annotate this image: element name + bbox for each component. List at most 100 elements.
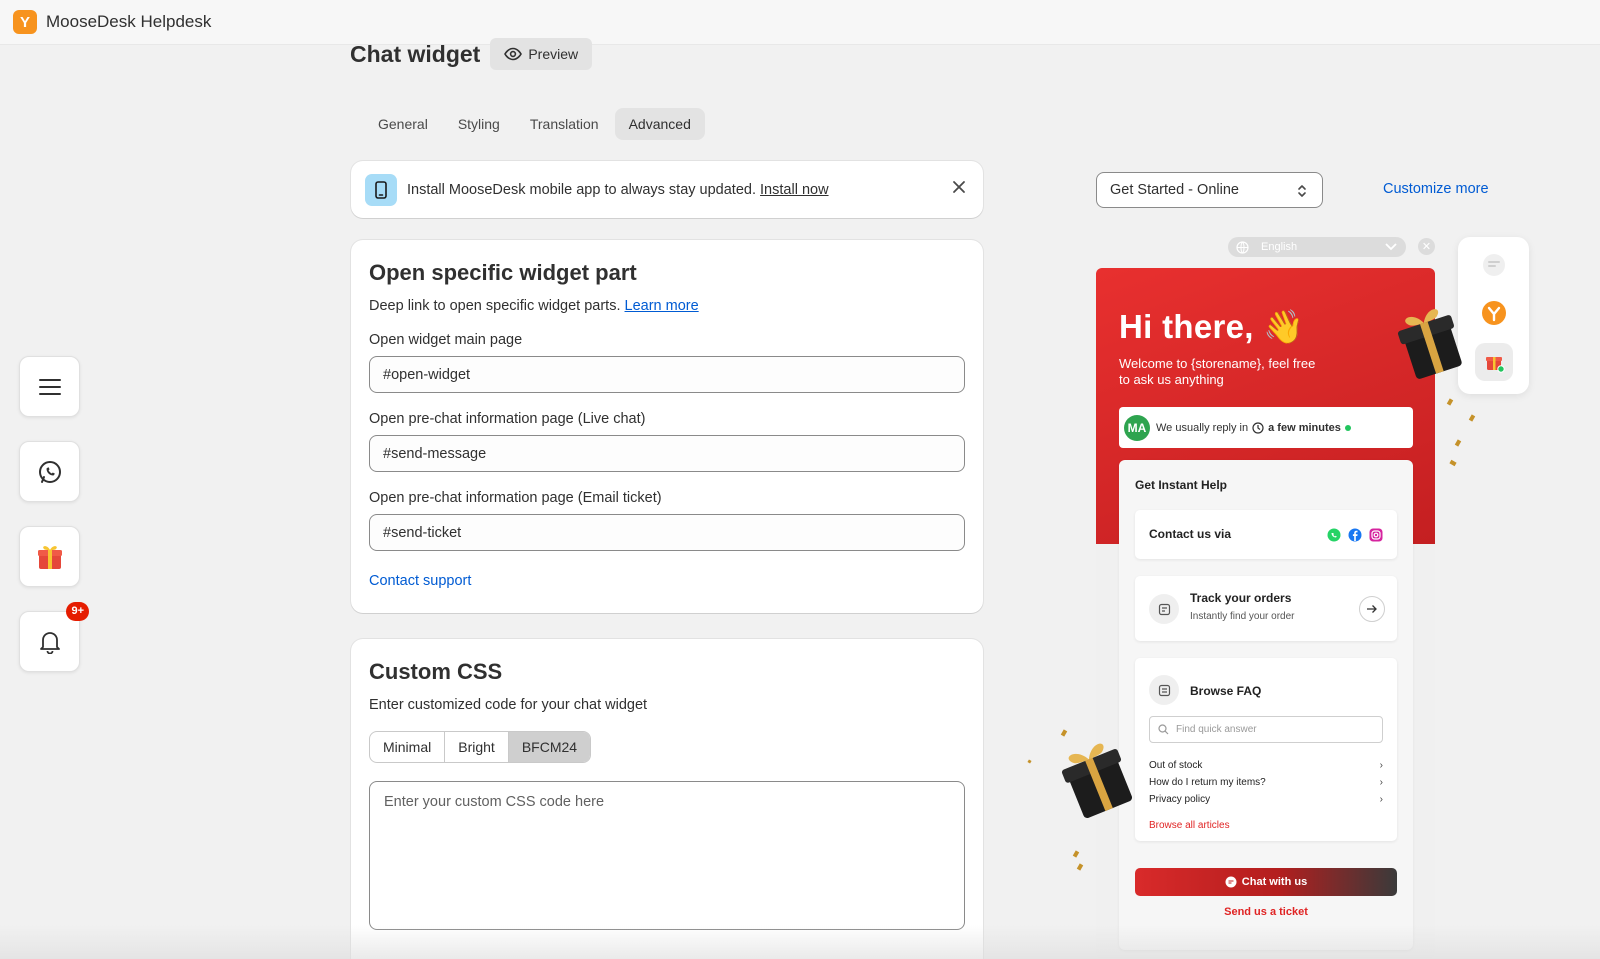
tab-translation[interactable]: Translation (516, 108, 613, 140)
instagram-icon[interactable] (1369, 528, 1383, 542)
gift-decoration-icon (1397, 309, 1462, 379)
close-icon[interactable] (951, 179, 967, 195)
faq-item-label: How do I return my items? (1149, 777, 1266, 788)
widget-launcher (1458, 237, 1529, 394)
preset-minimal[interactable]: Minimal (370, 732, 446, 762)
description-text: Deep link to open specific widget parts. (369, 298, 621, 314)
chevron-down-icon (1385, 243, 1397, 251)
faq-item-label: Privacy policy (1149, 794, 1211, 805)
preview-label: Preview (528, 46, 579, 62)
field-label-live-chat: Open pre-chat information page (Live cha… (369, 411, 646, 427)
globe-icon (1236, 240, 1249, 254)
contact-card[interactable]: Contact us via (1135, 510, 1397, 559)
chat-bubble-icon (1225, 876, 1237, 888)
app-title: MooseDesk Helpdesk (46, 12, 212, 31)
install-now-link[interactable]: Install now (760, 182, 829, 198)
widget-part-title: Open specific widget part (369, 260, 637, 285)
faq-icon (1149, 675, 1179, 705)
faq-title: Browse FAQ (1190, 684, 1262, 698)
language-value: English (1261, 241, 1298, 253)
help-title: Get Instant Help (1135, 478, 1228, 492)
moosedesk-launcher-icon[interactable] (1475, 294, 1513, 332)
send-ticket-link[interactable]: Send us a ticket (1119, 906, 1413, 918)
css-preset-selector: Minimal Bright BFCM24 (369, 731, 592, 763)
reply-prefix: We usually reply in (1156, 421, 1249, 434)
reply-time: a few minutes (1268, 421, 1341, 434)
gift-icon (37, 545, 62, 569)
whatsapp-icon (38, 460, 61, 483)
widget-state-value: Get Started - Online (1110, 182, 1239, 198)
page-title: Chat widget (350, 40, 481, 67)
field-label-email-ticket: Open pre-chat information page (Email ti… (369, 490, 662, 506)
faq-search-placeholder: Find quick answer (1176, 724, 1257, 735)
confetti (1446, 398, 1454, 406)
faq-card: Browse FAQ Find quick answer Out of stoc… (1135, 658, 1397, 841)
widget-greeting: Hi there, 👋 (1119, 308, 1305, 345)
confetti (1454, 439, 1462, 447)
track-orders-icon (1149, 594, 1179, 624)
customize-more-link[interactable]: Customize more (1383, 181, 1489, 197)
preset-bright[interactable]: Bright (445, 732, 509, 762)
top-bar: Y MooseDesk Helpdesk (0, 0, 1600, 45)
whatsapp-button[interactable] (19, 441, 80, 502)
track-orders-card[interactable]: Track your orders Instantly find your or… (1135, 576, 1397, 641)
widget-part-card: Open specific widget part Deep link to o… (351, 240, 983, 613)
gift-button[interactable] (19, 526, 80, 587)
notification-badge: 9+ (66, 602, 89, 621)
contact-support-link[interactable]: Contact support (369, 573, 965, 589)
help-panel: Get Instant Help Contact us via Track yo… (1119, 460, 1413, 950)
faq-item[interactable]: Privacy policy › (1149, 794, 1383, 805)
chat-with-us-button[interactable]: Chat with us (1135, 868, 1397, 896)
online-indicator (1344, 424, 1351, 431)
chevron-right-icon: › (1379, 777, 1383, 788)
confetti (1449, 459, 1457, 467)
faq-item-label: Out of stock (1149, 760, 1203, 771)
banner-message: Install MooseDesk mobile app to always s… (407, 181, 756, 198)
moosedesk-logo-icon: Y (13, 10, 37, 34)
menu-button[interactable] (19, 356, 80, 417)
chevron-right-icon: › (1379, 760, 1383, 771)
mobile-phone-icon (365, 173, 397, 206)
agent-avatar: MA (1124, 414, 1150, 441)
launcher-placeholder-icon[interactable] (1475, 246, 1513, 284)
faq-search-input[interactable]: Find quick answer (1149, 716, 1383, 743)
preview-button[interactable]: Preview (490, 38, 593, 70)
gift-decoration-icon (1061, 743, 1133, 818)
tab-styling[interactable]: Styling (444, 108, 514, 140)
custom-css-title: Custom CSS (369, 659, 503, 684)
custom-css-card: Custom CSS Enter customized code for you… (351, 639, 983, 959)
confetti (1027, 759, 1032, 764)
confetti (1468, 414, 1476, 422)
open-widget-field[interactable]: #open-widget (369, 356, 965, 393)
select-chevron-icon (1298, 185, 1306, 197)
learn-more-link[interactable]: Learn more (625, 298, 699, 314)
browse-all-articles-link[interactable]: Browse all articles (1149, 820, 1230, 831)
install-app-banner: Install MooseDesk mobile app to always s… (351, 161, 983, 218)
language-selector[interactable]: English (1228, 237, 1406, 257)
close-widget-icon[interactable]: ✕ (1418, 238, 1435, 255)
faq-item[interactable]: Out of stock › (1149, 760, 1383, 771)
tab-general[interactable]: General (364, 108, 442, 140)
notifications-button[interactable]: 9+ (19, 602, 89, 672)
confetti (1072, 850, 1080, 858)
send-message-field[interactable]: #send-message (369, 435, 965, 472)
track-orders-subtitle: Instantly find your order (1190, 611, 1295, 622)
banner-text: Install MooseDesk mobile app to always s… (407, 182, 829, 198)
custom-css-textarea[interactable]: Enter your custom CSS code here (369, 781, 965, 930)
tab-advanced[interactable]: Advanced (614, 108, 705, 140)
chevron-right-icon: › (1379, 794, 1383, 805)
widget-state-select[interactable]: Get Started - Online (1096, 172, 1323, 208)
facebook-icon[interactable] (1348, 528, 1362, 542)
search-icon (1158, 724, 1169, 735)
whatsapp-icon[interactable] (1327, 528, 1341, 542)
chat-widget-preview: Hi there, 👋 Welcome to {storename}, feel… (1096, 268, 1435, 959)
faq-item[interactable]: How do I return my items? › (1149, 777, 1383, 788)
preset-bfcm24[interactable]: BFCM24 (508, 732, 591, 762)
arrow-right-icon (1359, 596, 1385, 622)
chat-with-us-label: Chat with us (1241, 876, 1308, 888)
track-orders-title: Track your orders (1190, 591, 1292, 605)
settings-tabs: General Styling Translation Advanced (364, 108, 705, 140)
gift-launcher-icon[interactable] (1475, 343, 1513, 381)
widget-welcome: Welcome to {storename}, feel free to ask… (1119, 356, 1316, 387)
send-ticket-field[interactable]: #send-ticket (369, 514, 965, 551)
